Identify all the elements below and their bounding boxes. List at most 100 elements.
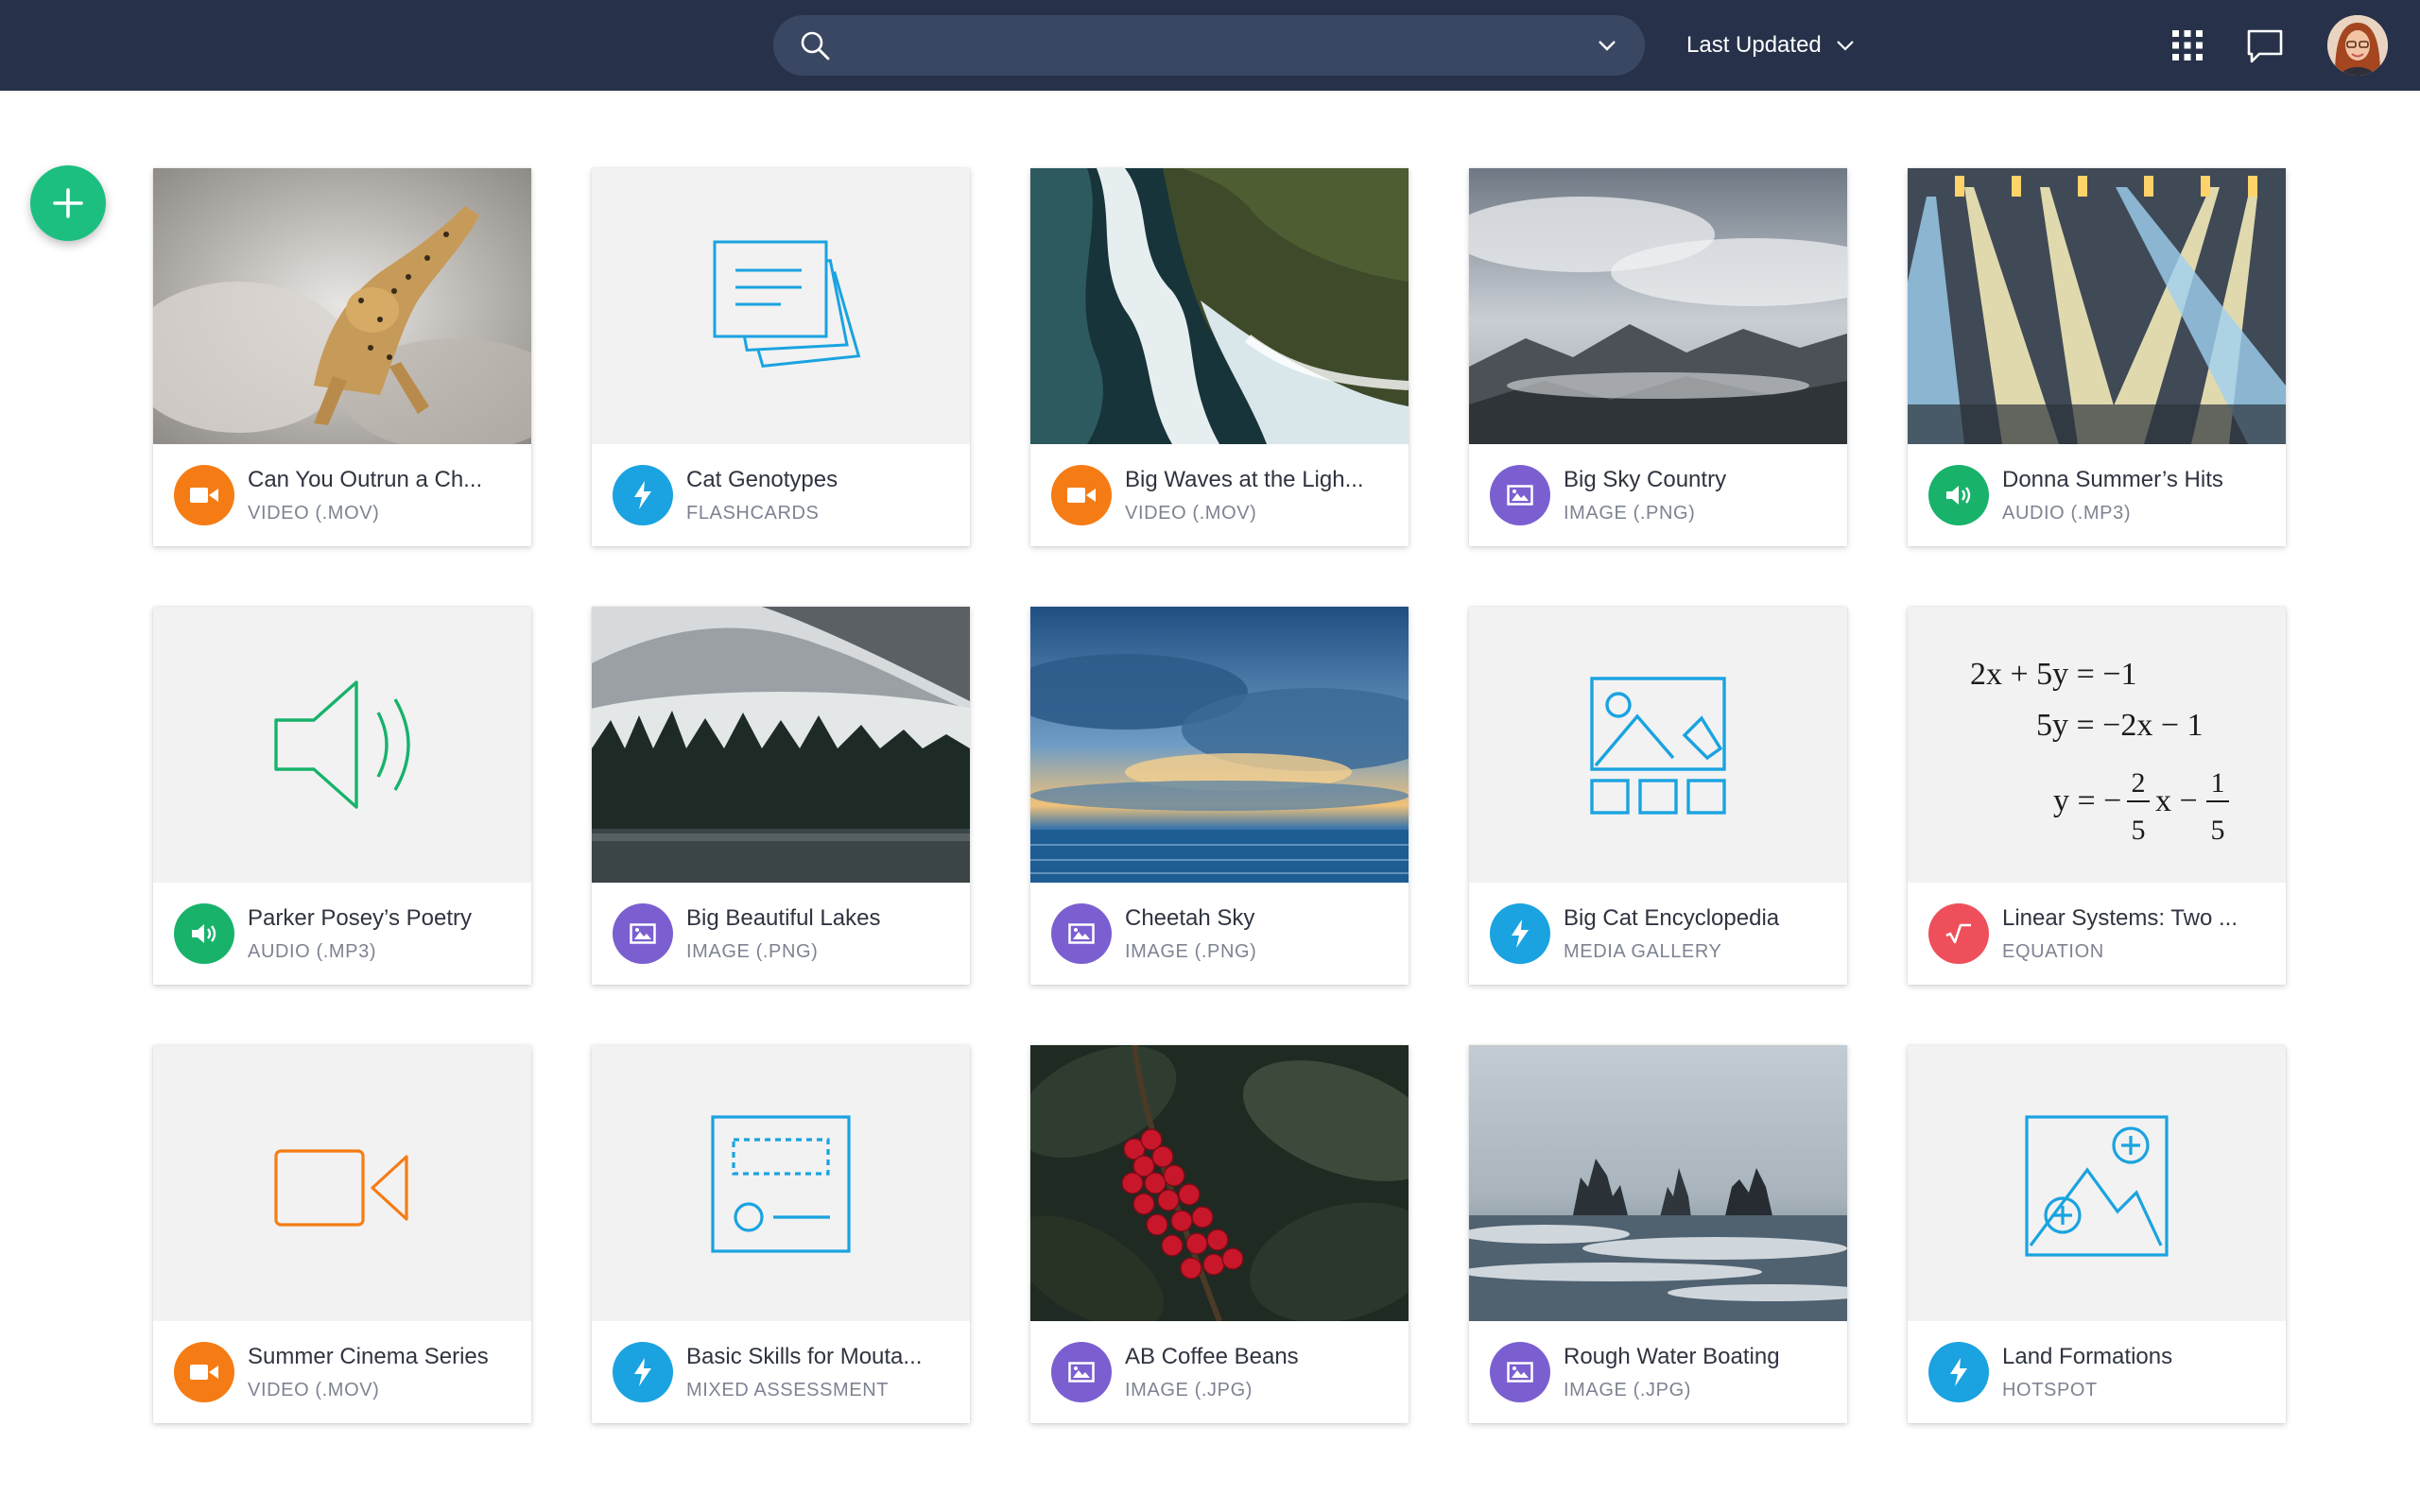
card-meta: Big Waves at the Ligh... VIDEO (.MOV): [1030, 444, 1409, 546]
video-camera-icon: [1051, 465, 1112, 525]
lightning-icon: [1490, 903, 1550, 964]
card-title: Big Waves at the Ligh...: [1125, 467, 1364, 492]
card-title: Big Cat Encyclopedia: [1564, 905, 1780, 931]
card-type: HOTSPOT: [2002, 1380, 2098, 1400]
content-card[interactable]: Basic Skills for Mouta... MIXED ASSESSME…: [592, 1045, 970, 1423]
content-card[interactable]: Cheetah Sky IMAGE (.PNG): [1030, 607, 1409, 985]
speaker-icon: [274, 680, 410, 809]
sort-label: Last Updated: [1686, 32, 1822, 58]
lightning-icon: [613, 1342, 673, 1402]
content-card[interactable]: Summer Cinema Series VIDEO (.MOV): [153, 1045, 531, 1423]
card-title: Big Sky Country: [1564, 467, 1727, 492]
content-card[interactable]: Parker Posey’s Poetry AUDIO (.MP3): [153, 607, 531, 985]
card-title: Donna Summer’s Hits: [2002, 467, 2223, 492]
card-type: IMAGE (.PNG): [1564, 503, 1696, 524]
fraction-1-numerator: 2: [2132, 767, 2146, 799]
card-meta: Linear Systems: Two ... EQUATION: [1908, 883, 2286, 985]
square-root-icon: [1928, 903, 1989, 964]
card-title: Cheetah Sky: [1125, 905, 1255, 931]
card-meta: Cheetah Sky IMAGE (.PNG): [1030, 883, 1409, 985]
equation-preview: 2x + 5y = −1 5y = −2x − 1 y = − 2 5 x − …: [1970, 657, 2229, 846]
video-camera-icon: [274, 1149, 408, 1227]
card-thumbnail: [153, 607, 531, 883]
image-icon: [1051, 1342, 1112, 1402]
card-type: AUDIO (.MP3): [248, 941, 377, 962]
video-camera-icon: [174, 465, 234, 525]
media-gallery-icon: [1590, 677, 1726, 815]
lightning-icon: [1928, 1342, 1989, 1402]
content-card[interactable]: Big Beautiful Lakes IMAGE (.PNG): [592, 607, 970, 985]
card-title: Land Formations: [2002, 1344, 2173, 1369]
content-card[interactable]: Cat Genotypes FLASHCARDS: [592, 168, 970, 546]
card-meta: Big Beautiful Lakes IMAGE (.PNG): [592, 883, 970, 985]
card-thumbnail: [1030, 607, 1409, 883]
content-card[interactable]: AB Coffee Beans IMAGE (.JPG): [1030, 1045, 1409, 1423]
card-title: Parker Posey’s Poetry: [248, 905, 472, 931]
card-title: Can You Outrun a Ch...: [248, 467, 483, 492]
card-meta: AB Coffee Beans IMAGE (.JPG): [1030, 1321, 1409, 1423]
chat-icon[interactable]: [2246, 28, 2284, 64]
content-card[interactable]: Big Waves at the Ligh... VIDEO (.MOV): [1030, 168, 1409, 546]
search-bar[interactable]: [773, 15, 1645, 76]
content-card[interactable]: Donna Summer’s Hits AUDIO (.MP3): [1908, 168, 2286, 546]
card-thumbnail: [1030, 168, 1409, 444]
card-thumbnail: [1908, 1045, 2286, 1321]
card-thumbnail: [153, 1045, 531, 1321]
card-type: IMAGE (.PNG): [686, 941, 819, 962]
card-title: Summer Cinema Series: [248, 1344, 489, 1369]
card-thumbnail: [153, 168, 531, 444]
search-icon: [801, 31, 830, 60]
fraction-1-denominator: 5: [2132, 815, 2146, 846]
search-input[interactable]: [849, 26, 1586, 64]
card-type: IMAGE (.PNG): [1125, 941, 1257, 962]
card-meta: Cat Genotypes FLASHCARDS: [592, 444, 970, 546]
card-thumbnail: [1469, 607, 1847, 883]
top-bar: Last Updated: [0, 0, 2420, 91]
content-card[interactable]: Rough Water Boating IMAGE (.JPG): [1469, 1045, 1847, 1423]
add-button[interactable]: [30, 165, 106, 241]
card-thumbnail: 2x + 5y = −1 5y = −2x − 1 y = − 2 5 x − …: [1908, 607, 2286, 883]
image-icon: [1490, 1342, 1550, 1402]
card-title: Big Beautiful Lakes: [686, 905, 881, 931]
card-type: AUDIO (.MP3): [2002, 503, 2132, 524]
card-type: MIXED ASSESSMENT: [686, 1380, 890, 1400]
card-type: IMAGE (.JPG): [1125, 1380, 1253, 1400]
card-type: VIDEO (.MOV): [1125, 503, 1257, 524]
equation-line-3-lhs: y = −: [2053, 783, 2121, 818]
chevron-down-icon[interactable]: [1596, 34, 1618, 57]
lightning-icon: [613, 465, 673, 525]
content-card[interactable]: Can You Outrun a Ch... VIDEO (.MOV): [153, 168, 531, 546]
content-card[interactable]: Big Cat Encyclopedia MEDIA GALLERY: [1469, 607, 1847, 985]
card-title: Basic Skills for Mouta...: [686, 1344, 923, 1369]
card-meta: Rough Water Boating IMAGE (.JPG): [1469, 1321, 1847, 1423]
card-thumbnail: [1469, 168, 1847, 444]
card-thumbnail: [1030, 1045, 1409, 1321]
card-type: EQUATION: [2002, 941, 2104, 962]
card-type: MEDIA GALLERY: [1564, 941, 1722, 962]
content-grid: Can You Outrun a Ch... VIDEO (.MOV) Cat …: [153, 168, 2286, 1423]
video-camera-icon: [174, 1342, 234, 1402]
fraction-2-denominator: 5: [2211, 815, 2225, 846]
avatar[interactable]: [2327, 15, 2388, 76]
card-thumbnail: [592, 1045, 970, 1321]
content-card[interactable]: 2x + 5y = −1 5y = −2x − 1 y = − 2 5 x − …: [1908, 607, 2286, 985]
card-meta: Basic Skills for Mouta... MIXED ASSESSME…: [592, 1321, 970, 1423]
card-meta: Big Cat Encyclopedia MEDIA GALLERY: [1469, 883, 1847, 985]
card-thumbnail: [1908, 168, 2286, 444]
content-card[interactable]: Big Sky Country IMAGE (.PNG): [1469, 168, 1847, 546]
fraction-2-numerator: 1: [2211, 767, 2225, 799]
apps-grid-icon[interactable]: [2170, 28, 2204, 62]
content-card[interactable]: Land Formations HOTSPOT: [1908, 1045, 2286, 1423]
sort-dropdown[interactable]: Last Updated: [1686, 26, 1856, 64]
card-type: IMAGE (.JPG): [1564, 1380, 1691, 1400]
equation-line-2: 5y = −2x − 1: [2036, 708, 2204, 743]
card-title: Cat Genotypes: [686, 467, 838, 492]
equation-line-3-mid: x −: [2155, 783, 2198, 818]
equation-line-1: 2x + 5y = −1: [1970, 657, 2137, 692]
card-meta: Donna Summer’s Hits AUDIO (.MP3): [1908, 444, 2286, 546]
plus-icon: [53, 188, 83, 218]
card-type: FLASHCARDS: [686, 503, 820, 524]
card-thumbnail: [592, 607, 970, 883]
speaker-icon: [174, 903, 234, 964]
card-meta: Can You Outrun a Ch... VIDEO (.MOV): [153, 444, 531, 546]
